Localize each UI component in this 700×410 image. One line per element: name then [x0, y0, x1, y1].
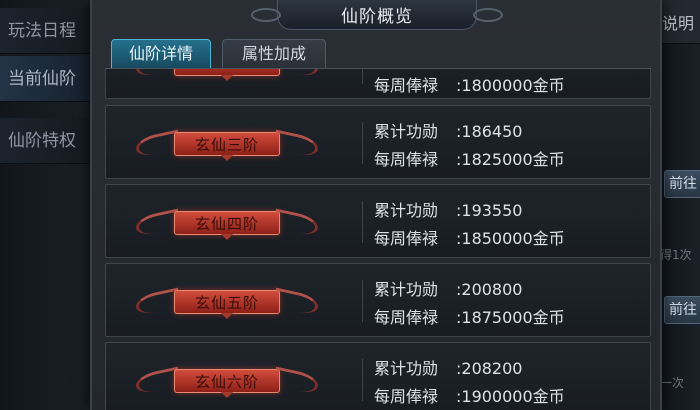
wing-ornament-icon — [136, 129, 178, 159]
accumulated-merit: 累计功勋 :208200 — [374, 355, 522, 379]
side-nav-label: 当前仙阶 — [8, 69, 76, 89]
right-pane-hint: 得1次 — [660, 248, 692, 262]
weekly-salary: 每周俸禄 :1875000金币 — [374, 304, 565, 328]
list-item: 玄仙三阶 累计功勋 :186450 每周俸禄 :1825000金币 — [105, 105, 651, 179]
salary-value: :1875000金币 — [456, 308, 565, 327]
list-item: 玄仙四阶 累计功勋 :193550 每周俸禄 :1850000金币 — [105, 184, 651, 258]
merit-value: :200800 — [456, 280, 523, 299]
right-pane-title: 说明 — [662, 14, 695, 33]
right-pane-hint: 一次 — [660, 376, 685, 390]
list-item: 玄仙五阶 累计功勋 :200800 每周俸禄 :1875000金币 — [105, 263, 651, 337]
salary-value: :1800000金币 — [456, 76, 565, 95]
badge-tip-icon — [221, 155, 233, 161]
wing-ornament-icon — [276, 208, 318, 238]
background-side-nav: 玩法日程 当前仙阶 仙阶特权 — [0, 0, 95, 410]
salary-label: 每周俸禄 — [374, 229, 439, 248]
salary-label: 每周俸禄 — [374, 387, 439, 406]
merit-value: :186450 — [456, 122, 523, 141]
salary-label: 每周俸禄 — [374, 76, 439, 95]
badge-plate — [174, 69, 280, 76]
wing-ornament-icon — [136, 287, 178, 317]
badge-tip-icon — [221, 313, 233, 319]
wing-ornament-icon — [276, 129, 318, 159]
rank-name: 玄仙三阶 — [194, 136, 259, 154]
merit-label: 累计功勋 — [374, 359, 439, 378]
panel-title: 仙阶概览 — [341, 7, 413, 27]
divider — [362, 69, 363, 84]
weekly-salary: 每周俸禄 :1900000金币 — [374, 383, 565, 407]
merit-label: 累计功勋 — [374, 280, 439, 299]
merit-label: 累计功勋 — [374, 201, 439, 220]
list-item: 玄仙六阶 累计功勋 :208200 每周俸禄 :1900000金币 — [105, 342, 651, 410]
rank-overview-panel: 仙阶概览 仙阶详情 属性加成 每周俸禄 :1800000金币 玄仙三阶 累计功勋… — [90, 0, 662, 410]
divider — [362, 201, 363, 243]
rank-list[interactable]: 每周俸禄 :1800000金币 玄仙三阶 累计功勋 :186450 每周俸禄 :182… — [105, 68, 651, 410]
badge-tip-icon — [221, 234, 233, 240]
wing-ornament-icon — [136, 366, 178, 396]
goto-button[interactable]: 前往 — [664, 296, 700, 324]
weekly-salary: 每周俸禄 :1825000金币 — [374, 146, 565, 170]
side-nav-item-current-rank[interactable]: 当前仙阶 — [0, 56, 95, 102]
rank-name: 玄仙六阶 — [194, 373, 259, 391]
side-nav-label: 玩法日程 — [8, 21, 76, 41]
rank-name: 玄仙五阶 — [194, 294, 259, 312]
accumulated-merit: 累计功勋 :193550 — [374, 197, 522, 221]
goto-button[interactable]: 前往 — [664, 170, 700, 198]
accumulated-merit: 累计功勋 :200800 — [374, 276, 522, 300]
rank-badge: 玄仙五阶 — [136, 287, 318, 319]
weekly-salary: 每周俸禄 :1800000金币 — [374, 72, 565, 96]
rank-badge: 玄仙三阶 — [136, 129, 318, 161]
merit-value: :193550 — [456, 201, 523, 220]
wing-ornament-icon — [276, 287, 318, 317]
badge-tip-icon — [221, 75, 233, 81]
accumulated-merit: 累计功勋 :186450 — [374, 118, 522, 142]
tab-rank-details[interactable]: 仙阶详情 — [111, 39, 211, 69]
rank-name: 玄仙四阶 — [194, 215, 259, 233]
side-nav-label: 仙阶特权 — [8, 131, 76, 151]
salary-value: :1900000金币 — [456, 387, 565, 406]
rank-badge: 玄仙六阶 — [136, 366, 318, 398]
divider — [362, 280, 363, 322]
salary-value: :1850000金币 — [456, 229, 565, 248]
weekly-salary: 每周俸禄 :1850000金币 — [374, 225, 565, 249]
ornament-icon — [473, 8, 503, 22]
wing-ornament-icon — [276, 69, 318, 79]
salary-label: 每周俸禄 — [374, 308, 439, 327]
wing-ornament-icon — [136, 69, 178, 79]
panel-title-bar: 仙阶概览 — [251, 0, 503, 30]
merit-label: 累计功勋 — [374, 122, 439, 141]
salary-label: 每周俸禄 — [374, 150, 439, 169]
divider — [362, 359, 363, 401]
wing-ornament-icon — [136, 208, 178, 238]
tab-attribute-bonus[interactable]: 属性加成 — [222, 39, 326, 69]
list-item: 每周俸禄 :1800000金币 — [105, 69, 651, 99]
background-right-pane: 说明 前往 得1次 前往 一次 — [658, 0, 700, 410]
badge-tip-icon — [221, 392, 233, 398]
merit-value: :208200 — [456, 359, 523, 378]
side-nav-item-schedule[interactable]: 玩法日程 — [0, 8, 95, 54]
side-nav-item-privileges[interactable]: 仙阶特权 — [0, 118, 95, 164]
salary-value: :1825000金币 — [456, 150, 565, 169]
wing-ornament-icon — [276, 366, 318, 396]
rank-badge: 玄仙四阶 — [136, 208, 318, 240]
rank-badge — [136, 69, 318, 81]
divider — [362, 122, 363, 164]
